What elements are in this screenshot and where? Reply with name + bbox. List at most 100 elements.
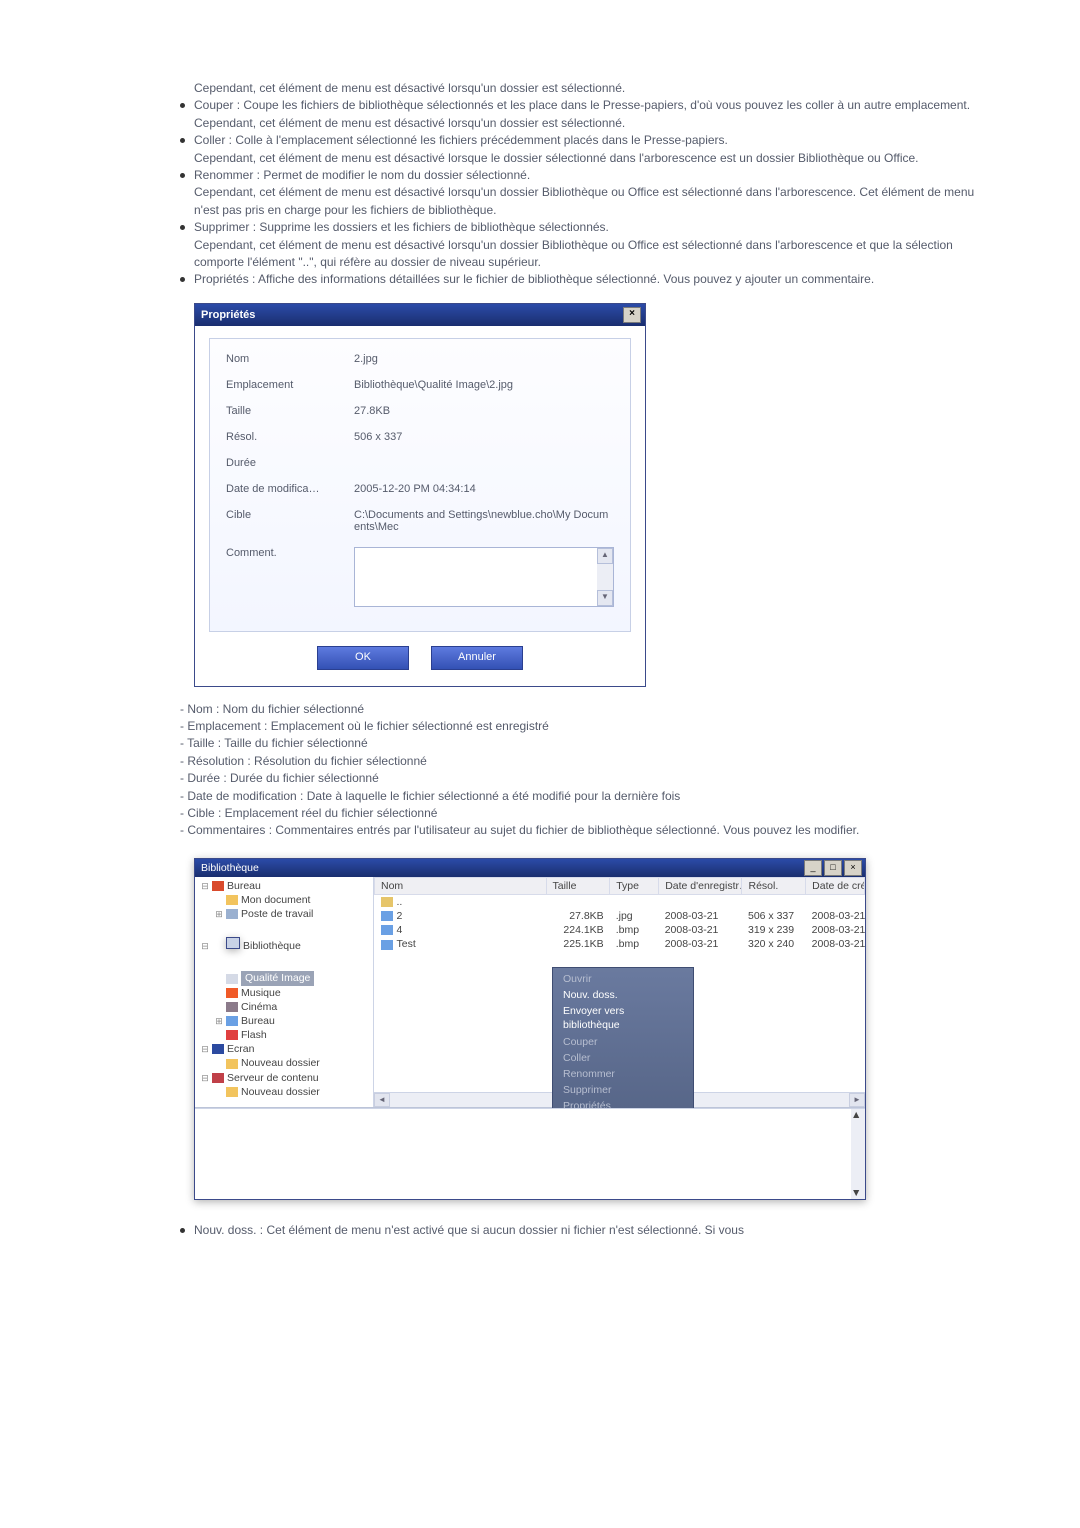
scroll-right-icon[interactable]: ► bbox=[849, 1093, 865, 1107]
file-list[interactable]: Nom Taille Type Date d'enregistr… Résol.… bbox=[374, 877, 865, 1107]
label-modif: Date de modifica… bbox=[226, 483, 336, 495]
table-cell bbox=[806, 894, 865, 909]
tree-toggle-icon[interactable]: ⊟ bbox=[199, 880, 211, 892]
field-definition: - Durée : Durée du fichier sélectionné bbox=[180, 770, 1000, 787]
tree-toggle-icon[interactable]: ⊟ bbox=[199, 1043, 211, 1055]
field-definitions: - Nom : Nom du fichier sélectionné- Empl… bbox=[180, 701, 1000, 840]
field-definition: - Commentaires : Commentaires entrés par… bbox=[180, 822, 1000, 839]
col-nom[interactable]: Nom bbox=[375, 877, 547, 894]
tree-node[interactable]: ⊟Ecran bbox=[199, 1042, 369, 1056]
scroll-down-icon[interactable]: ▼ bbox=[851, 1187, 865, 1199]
table-cell: Test bbox=[375, 937, 547, 951]
cell-text: 4 bbox=[397, 924, 403, 936]
close-icon[interactable]: × bbox=[623, 307, 641, 323]
value-emplacement: Bibliothèque\Qualité Image\2.jpg bbox=[354, 379, 614, 391]
comment-scrollbar[interactable]: ▲ ▼ bbox=[597, 548, 613, 606]
tree-node[interactable]: ⊞ Bureau bbox=[199, 1014, 369, 1028]
field-definition: - Date de modification : Date à laquelle… bbox=[180, 788, 1000, 805]
table-row[interactable]: Test225.1KB.bmp2008-03-21320 x 2402008-0… bbox=[375, 937, 865, 951]
table-cell: 320 x 240 bbox=[742, 937, 806, 951]
footer-bullet-text: Nouv. doss. : Cet élément de menu n'est … bbox=[194, 1223, 744, 1237]
help-bullet: Renommer : Permet de modifier le nom du … bbox=[180, 167, 1000, 219]
cell-text: .bmp bbox=[616, 924, 639, 936]
comment-textarea[interactable]: ▲ ▼ bbox=[354, 547, 614, 607]
tree-node[interactable]: ⊟Bibliothèque bbox=[199, 921, 369, 971]
cancel-button[interactable]: Annuler bbox=[431, 646, 523, 670]
tree-node[interactable]: Nouveau dossier bbox=[199, 1056, 369, 1070]
help-bullet: Propriétés : Affiche des informations dé… bbox=[180, 271, 1000, 288]
tree-node[interactable]: Cinéma bbox=[199, 1000, 369, 1014]
col-resol[interactable]: Résol. bbox=[742, 877, 806, 894]
tree-node[interactable]: Flash bbox=[199, 1028, 369, 1042]
tree-node[interactable]: Mon document bbox=[199, 893, 369, 907]
table-cell: 2008-03-21 bbox=[659, 923, 742, 937]
field-definition: - Emplacement : Emplacement où le fichie… bbox=[180, 718, 1000, 735]
help-bullet-main: Renommer : Permet de modifier le nom du … bbox=[194, 168, 530, 182]
value-cible: C:\Documents and Settings\newblue.cho\My… bbox=[354, 509, 614, 533]
tree-node[interactable]: ⊟Bureau bbox=[199, 879, 369, 893]
ok-button[interactable]: OK bbox=[317, 646, 409, 670]
cell-text: 27.8KB bbox=[569, 910, 603, 922]
tree-toggle-icon[interactable]: ⊟ bbox=[199, 1072, 211, 1084]
col-type[interactable]: Type bbox=[610, 877, 659, 894]
scroll-down-icon[interactable]: ▼ bbox=[597, 590, 613, 606]
label-nom: Nom bbox=[226, 353, 336, 365]
music-icon bbox=[226, 988, 238, 998]
help-bullet-main: Couper : Coupe les fichiers de bibliothè… bbox=[194, 98, 970, 112]
library-titlebar[interactable]: Bibliothèque _ □ × bbox=[195, 859, 865, 877]
col-crea[interactable]: Date de créa bbox=[806, 877, 865, 894]
tree-node-label: Qualité Image bbox=[241, 971, 314, 985]
scroll-up-icon[interactable]: ▲ bbox=[597, 548, 613, 564]
table-cell: 4 bbox=[375, 923, 547, 937]
tree-node-label: Musique bbox=[241, 987, 281, 999]
help-bullet: Couper : Coupe les fichiers de bibliothè… bbox=[180, 97, 1000, 132]
help-bullet-sub: Cependant, cet élément de menu est désac… bbox=[194, 237, 1000, 272]
context-menu-item[interactable]: Nouv. doss. bbox=[553, 987, 693, 1003]
office-icon bbox=[226, 1016, 238, 1026]
tree-node[interactable]: Nouveau dossier bbox=[199, 1085, 369, 1099]
value-taille: 27.8KB bbox=[354, 405, 614, 417]
preview-pane: ▲ ▼ bbox=[195, 1108, 865, 1199]
maximize-icon[interactable]: □ bbox=[824, 860, 842, 876]
tree-node-label: Bureau bbox=[241, 1015, 275, 1027]
tree-node[interactable]: Qualité Image bbox=[199, 971, 369, 985]
pic-icon bbox=[381, 925, 393, 935]
table-cell: .jpg bbox=[610, 909, 659, 923]
folder-icon bbox=[226, 895, 238, 905]
tree-toggle-icon[interactable]: ⊞ bbox=[213, 908, 225, 920]
table-row[interactable]: 4224.1KB.bmp2008-03-21319 x 2392008-03-2… bbox=[375, 923, 865, 937]
scroll-left-icon[interactable]: ◄ bbox=[374, 1093, 390, 1107]
folder-icon bbox=[226, 1087, 238, 1097]
tree-toggle-icon[interactable]: ⊟ bbox=[199, 940, 211, 952]
close-icon[interactable]: × bbox=[844, 860, 862, 876]
preview-scrollbar[interactable]: ▲ ▼ bbox=[851, 1109, 865, 1199]
tree-node-label: Flash bbox=[241, 1029, 267, 1041]
cell-text: 224.1KB bbox=[563, 924, 603, 936]
help-bullet-main: Propriétés : Affiche des informations dé… bbox=[194, 272, 874, 286]
intro-line: Cependant, cet élément de menu est désac… bbox=[180, 80, 1000, 97]
tree-toggle-icon[interactable]: ⊞ bbox=[213, 1015, 225, 1027]
comment-text[interactable] bbox=[355, 548, 597, 606]
col-taille[interactable]: Taille bbox=[546, 877, 610, 894]
cell-text: .. bbox=[397, 896, 403, 908]
tree-node[interactable]: ⊞Poste de travail bbox=[199, 907, 369, 921]
dialog-titlebar[interactable]: Propriétés × bbox=[195, 304, 645, 326]
table-row[interactable]: .. bbox=[375, 894, 865, 909]
drive-icon bbox=[226, 909, 238, 919]
value-nom: 2.jpg bbox=[354, 353, 614, 365]
tree-node[interactable]: ⊟Serveur de contenu bbox=[199, 1071, 369, 1085]
scroll-up-icon[interactable]: ▲ bbox=[851, 1109, 865, 1121]
table-cell bbox=[546, 894, 610, 909]
tree-node[interactable]: Musique bbox=[199, 986, 369, 1000]
label-comment: Comment. bbox=[226, 547, 336, 559]
col-date[interactable]: Date d'enregistr… bbox=[659, 877, 742, 894]
context-menu[interactable]: OuvrirNouv. doss.Envoyer vers bibliothèq… bbox=[552, 967, 694, 1119]
minimize-icon[interactable]: _ bbox=[804, 860, 822, 876]
field-definition: - Taille : Taille du fichier sélectionné bbox=[180, 735, 1000, 752]
desk-icon bbox=[212, 881, 224, 891]
cell-text: 320 x 240 bbox=[748, 938, 794, 950]
table-row[interactable]: 227.8KB.jpg2008-03-21506 x 3372008-03-21 bbox=[375, 909, 865, 923]
folder-tree[interactable]: ⊟BureauMon document⊞Poste de travail⊟Bib… bbox=[195, 877, 374, 1107]
context-menu-item[interactable]: Envoyer vers bibliothèque bbox=[553, 1003, 693, 1033]
label-taille: Taille bbox=[226, 405, 336, 417]
